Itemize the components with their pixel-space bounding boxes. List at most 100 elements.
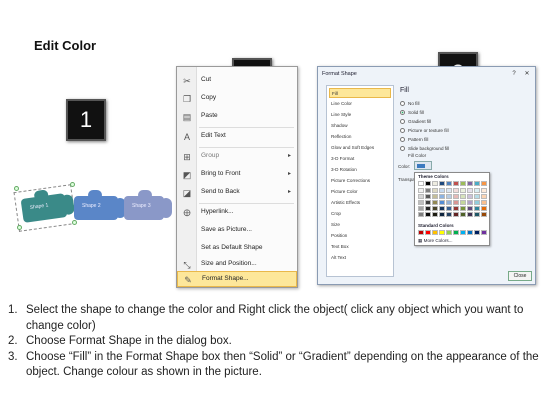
radio-solid-fill[interactable]: Solid fill: [400, 109, 424, 116]
color-swatch[interactable]: [446, 212, 452, 217]
radio-no-fill[interactable]: No fill: [400, 100, 420, 107]
color-swatch[interactable]: [418, 200, 424, 205]
color-swatch[interactable]: [418, 188, 424, 193]
standard-color-swatch[interactable]: [425, 230, 431, 235]
nav-item-3d-format[interactable]: 3-D Format: [329, 154, 391, 164]
color-swatch[interactable]: [453, 206, 459, 211]
standard-color-swatch[interactable]: [439, 230, 445, 235]
color-swatch[interactable]: [474, 194, 480, 199]
menu-item-format-shape[interactable]: ✎ Format Shape...: [177, 271, 297, 287]
color-swatch[interactable]: [481, 188, 487, 193]
nav-item-3d-rotation[interactable]: 3-D Rotation: [329, 165, 391, 175]
close-button[interactable]: Close: [508, 271, 532, 281]
nav-item-crop[interactable]: Crop: [329, 209, 391, 219]
menu-item-save-as-picture[interactable]: Save as Picture...: [177, 223, 297, 239]
selection-handle[interactable]: [17, 225, 22, 230]
hand-shape-2[interactable]: Shape 2: [74, 190, 126, 220]
color-swatch[interactable]: [439, 206, 445, 211]
standard-color-swatch[interactable]: [453, 230, 459, 235]
color-swatch[interactable]: [453, 194, 459, 199]
radio-slide-background-fill[interactable]: Slide background fill: [400, 145, 449, 152]
color-swatch[interactable]: [481, 200, 487, 205]
menu-item-edit-text[interactable]: A Edit Text: [177, 129, 297, 145]
menu-item-group[interactable]: ⊞ Group ▸: [177, 149, 297, 165]
color-swatch[interactable]: [425, 188, 431, 193]
color-swatch[interactable]: [439, 194, 445, 199]
color-swatch[interactable]: [432, 188, 438, 193]
nav-item-size[interactable]: Size: [329, 220, 391, 230]
color-swatch[interactable]: [425, 181, 431, 186]
color-swatch[interactable]: [481, 212, 487, 217]
color-swatch[interactable]: [453, 181, 459, 186]
close-icon[interactable]: ✕: [522, 70, 532, 78]
color-swatch[interactable]: [446, 206, 452, 211]
hand-shape-3[interactable]: Shape 3: [124, 190, 172, 220]
menu-item-paste[interactable]: ▤ Paste: [177, 109, 297, 125]
color-swatch[interactable]: [439, 200, 445, 205]
menu-item-bring-to-front[interactable]: ◩ Bring to Front ▸: [177, 167, 297, 183]
nav-item-artistic-effects[interactable]: Artistic Effects: [329, 198, 391, 208]
color-swatch[interactable]: [453, 200, 459, 205]
nav-item-shadow[interactable]: Shadow: [329, 121, 391, 131]
selection-handle[interactable]: [70, 182, 75, 187]
nav-item-alt-text[interactable]: Alt Text: [329, 253, 391, 263]
color-swatch[interactable]: [460, 200, 466, 205]
standard-color-swatch[interactable]: [460, 230, 466, 235]
color-swatch[interactable]: [418, 206, 424, 211]
menu-item-set-default-shape[interactable]: Set as Default Shape: [177, 241, 297, 257]
color-swatch[interactable]: [432, 206, 438, 211]
color-swatch[interactable]: [467, 194, 473, 199]
color-swatch[interactable]: [425, 212, 431, 217]
color-swatch[interactable]: [460, 212, 466, 217]
color-swatch[interactable]: [425, 194, 431, 199]
menu-item-copy[interactable]: ❐ Copy: [177, 91, 297, 107]
color-swatch[interactable]: [439, 181, 445, 186]
radio-gradient-fill[interactable]: Gradient fill: [400, 118, 431, 125]
menu-item-hyperlink[interactable]: 🜨 Hyperlink...: [177, 205, 297, 221]
nav-item-fill[interactable]: Fill: [329, 88, 391, 98]
color-swatch[interactable]: [425, 206, 431, 211]
color-swatch[interactable]: [467, 181, 473, 186]
color-swatch[interactable]: [418, 212, 424, 217]
color-swatch[interactable]: [446, 181, 452, 186]
standard-color-swatch[interactable]: [467, 230, 473, 235]
nav-item-picture-corrections[interactable]: Picture Corrections: [329, 176, 391, 186]
nav-item-reflection[interactable]: Reflection: [329, 132, 391, 142]
color-swatch[interactable]: [460, 188, 466, 193]
color-swatch[interactable]: [474, 181, 480, 186]
nav-item-position[interactable]: Position: [329, 231, 391, 241]
standard-color-swatch[interactable]: [446, 230, 452, 235]
menu-item-send-to-back[interactable]: ◪ Send to Back ▸: [177, 185, 297, 201]
color-swatch[interactable]: [474, 188, 480, 193]
color-swatch[interactable]: [425, 200, 431, 205]
color-swatch[interactable]: [432, 181, 438, 186]
color-swatch[interactable]: [418, 194, 424, 199]
nav-item-line-color[interactable]: Line Color: [329, 99, 391, 109]
more-colors-link[interactable]: ▦ More Colors...: [418, 238, 452, 244]
fill-color-dropdown[interactable]: [414, 161, 432, 170]
color-swatch[interactable]: [446, 194, 452, 199]
color-swatch[interactable]: [453, 188, 459, 193]
color-swatch[interactable]: [481, 206, 487, 211]
color-swatch[interactable]: [460, 194, 466, 199]
nav-item-text-box[interactable]: Text Box: [329, 242, 391, 252]
standard-color-swatch[interactable]: [432, 230, 438, 235]
color-swatch[interactable]: [460, 181, 466, 186]
color-swatch[interactable]: [467, 200, 473, 205]
color-swatch[interactable]: [439, 188, 445, 193]
color-swatch[interactable]: [467, 212, 473, 217]
nav-item-line-style[interactable]: Line Style: [329, 110, 391, 120]
standard-color-swatch[interactable]: [481, 230, 487, 235]
color-swatch[interactable]: [446, 188, 452, 193]
menu-item-cut[interactable]: ✂ Cut: [177, 73, 297, 89]
color-swatch[interactable]: [460, 206, 466, 211]
color-swatch[interactable]: [446, 200, 452, 205]
nav-item-glow[interactable]: Glow and Soft Edges: [329, 143, 391, 153]
help-icon[interactable]: ?: [509, 70, 519, 78]
color-swatch[interactable]: [481, 194, 487, 199]
color-swatch[interactable]: [474, 200, 480, 205]
standard-color-swatch[interactable]: [474, 230, 480, 235]
radio-picture-fill[interactable]: Picture or texture fill: [400, 127, 449, 134]
color-swatch[interactable]: [432, 200, 438, 205]
color-swatch[interactable]: [432, 194, 438, 199]
